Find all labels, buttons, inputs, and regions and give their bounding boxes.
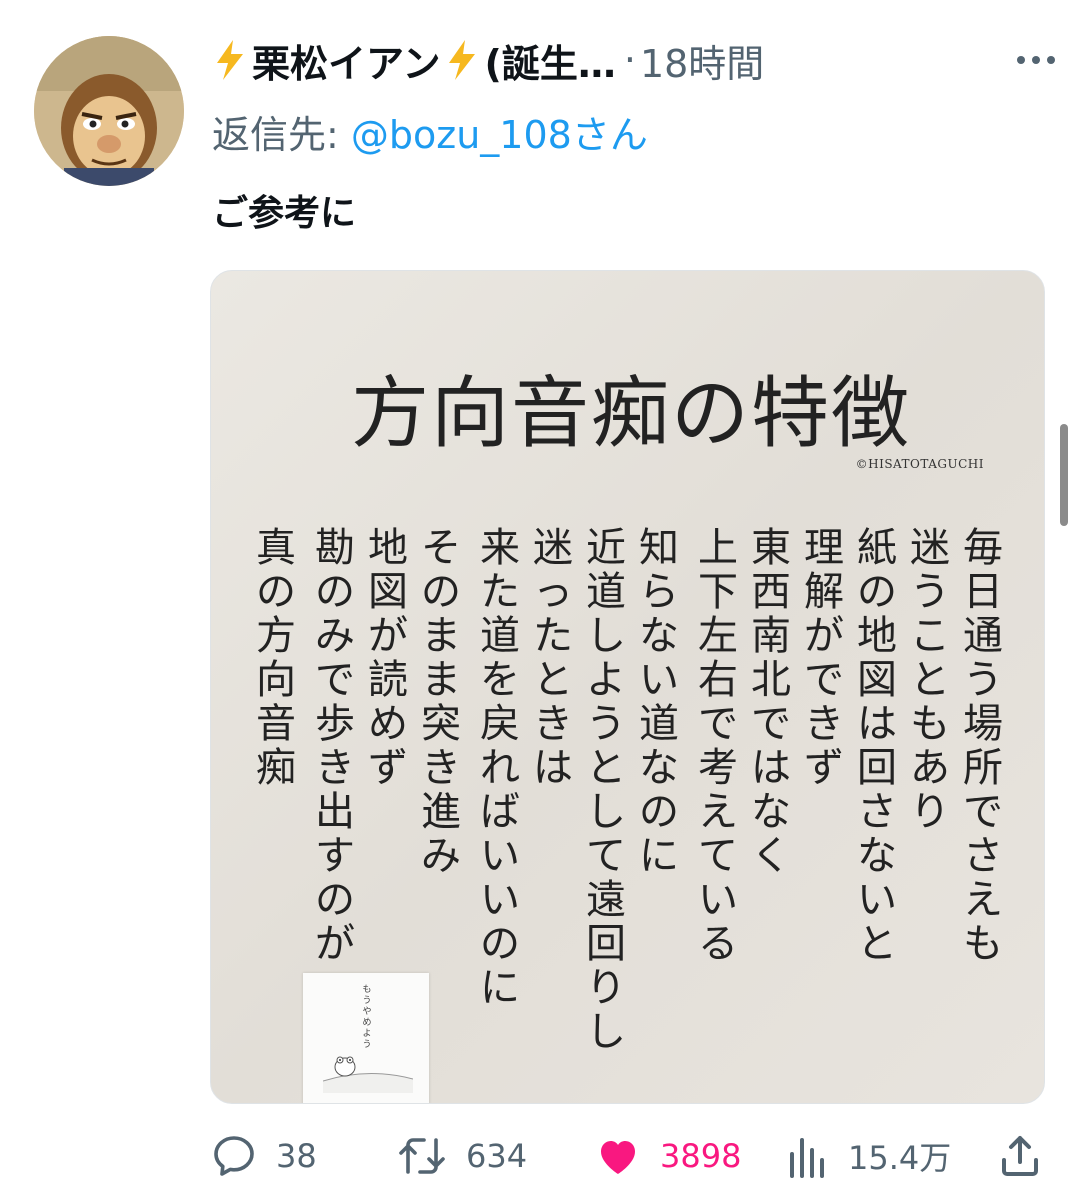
poem-line: 来た道を戻ればいいのに [480, 525, 520, 1011]
more-options-icon[interactable] [1014, 50, 1058, 70]
poem-line: 上下左右で考えている [698, 525, 738, 967]
author-name[interactable]: 栗松イアン [252, 33, 440, 88]
poem-line: 知らない道なのに [639, 525, 679, 879]
author-row: 栗松イアン (誕生… · 18時間 [212, 30, 764, 90]
reply-icon [214, 1136, 254, 1176]
poem-line: 真の方向音痴 [256, 525, 296, 791]
like-count: 3898 [660, 1137, 742, 1175]
author-name-suffix[interactable]: (誕生… [484, 33, 615, 88]
tweet-media-image[interactable]: 方向音痴の特徴 ©HISATOTAGUCHI 毎日通う場所でさえも 迷うこともあ… [210, 270, 1045, 1104]
reply-prefix: 返信先: [212, 113, 351, 157]
poem-line: 近道しようとして遠回りし [586, 525, 626, 1055]
book-cover: もうやめよう [303, 973, 429, 1103]
poem-line: 迷うこともあり [910, 525, 950, 835]
like-button[interactable]: 3898 [594, 1126, 741, 1186]
share-button[interactable] [998, 1126, 1042, 1186]
poem-line: そのまま突き進み [421, 525, 461, 879]
timestamp[interactable]: 18時間 [640, 33, 764, 88]
tweet-actions: 38 634 3898 15.4万 [210, 1126, 1050, 1186]
retweet-icon [399, 1138, 445, 1174]
reply-button[interactable]: 38 [210, 1126, 317, 1186]
frog-illustration-icon [323, 1056, 413, 1093]
poem-line: 勘のみで歩き出すのが [315, 525, 355, 967]
heart-icon [601, 1141, 635, 1174]
poem-line: 地図が読めず [368, 525, 408, 791]
share-icon [1002, 1136, 1038, 1176]
lightning-icon [449, 40, 476, 80]
image-title: 方向音痴の特徴 [350, 369, 911, 459]
reply-count: 38 [276, 1137, 317, 1175]
separator: · [623, 38, 636, 82]
scrollbar-thumb[interactable] [1060, 424, 1068, 526]
views-icon [790, 1138, 824, 1178]
lightning-icon [217, 40, 243, 80]
poem-line: 理解ができず [804, 525, 844, 791]
reply-context: 返信先: @bozu_108さん [212, 104, 648, 159]
avatar[interactable] [34, 36, 184, 186]
poem-line: 迷ったときは [533, 525, 573, 791]
image-credit: ©HISATOTAGUCHI [855, 457, 984, 471]
poem-line: 紙の地図は回さないと [857, 525, 897, 967]
avatar-image [34, 36, 184, 186]
views-button[interactable]: 15.4万 [786, 1126, 951, 1186]
retweet-button[interactable]: 634 [396, 1126, 527, 1186]
retweet-count: 634 [466, 1137, 528, 1175]
poem-line: 毎日通う場所でさえも [963, 525, 1003, 967]
poem-line: 東西南北ではなく [751, 525, 791, 879]
views-count: 15.4万 [848, 1139, 952, 1177]
tweet-text: ご参考に [212, 193, 357, 234]
reply-handle-link[interactable]: @bozu_108さん [351, 113, 648, 157]
